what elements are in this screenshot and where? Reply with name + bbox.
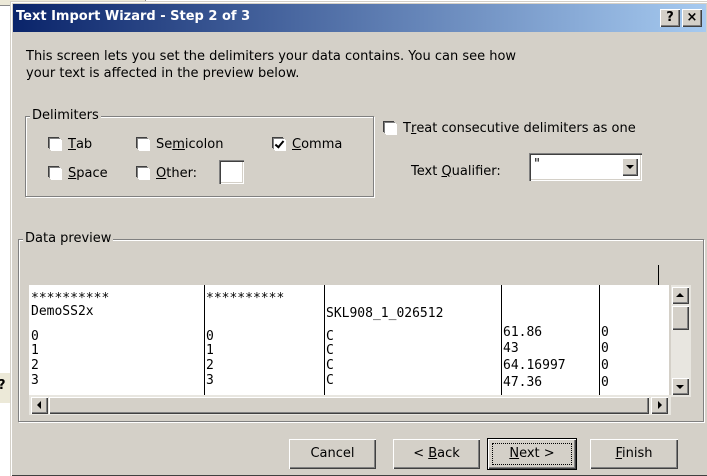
preview-cell: 0 <box>601 375 609 390</box>
delimiters-group-label: Delimiters <box>30 108 101 123</box>
arrow-left-icon <box>37 401 41 409</box>
treat-consecutive-checkbox-box[interactable] <box>385 123 396 134</box>
text-import-wizard-dialog: Text Import Wizard - Step 2 of 3 ? × Thi… <box>10 1 707 476</box>
preview-cell: 1 <box>206 343 214 358</box>
arrow-down-icon <box>676 385 684 389</box>
delimiters-group: Delimiters Tab Se m icolon Comma Space Oth… <box>25 108 374 197</box>
tab-checkbox[interactable]: Tab <box>50 137 92 152</box>
scrollbar-corner <box>671 397 691 417</box>
text-qualifier-dropdown-button[interactable] <box>622 158 638 176</box>
other-delimiter-input[interactable] <box>219 160 244 184</box>
comma-checkbox[interactable]: Comma <box>274 137 342 152</box>
description-text: This screen lets you set the delimiters … <box>26 49 517 81</box>
preview-cell: 0 <box>601 358 609 373</box>
scroll-up-button[interactable] <box>672 287 689 304</box>
back-button[interactable]: < Back <box>393 439 480 469</box>
preview-cell: 1 <box>31 343 39 358</box>
scroll-left-button[interactable] <box>31 397 48 414</box>
space-checkbox[interactable]: Space <box>50 166 108 181</box>
text-qualifier-label: Text Qualifier: <box>411 164 501 179</box>
preview-cell: C <box>326 329 334 344</box>
preview-cell: 0 <box>601 341 609 356</box>
preview-cell: 3 <box>31 373 39 388</box>
scroll-down-button[interactable] <box>672 378 689 395</box>
preview-cell: 3 <box>206 373 214 388</box>
preview-cell: 2 <box>206 358 214 373</box>
help-button[interactable]: ? <box>660 9 680 27</box>
title-bar[interactable]: Text Import Wizard - Step 2 of 3 ? × <box>13 4 706 32</box>
preview-vertical-scrollbar[interactable] <box>671 285 691 397</box>
arrow-up-icon <box>676 293 684 297</box>
chevron-down-icon <box>626 165 634 169</box>
preview-cell: 2 <box>31 358 39 373</box>
text-qualifier-value: " <box>534 157 540 172</box>
data-preview-label: Data preview <box>23 231 114 246</box>
preview-column-4[interactable]: 61.86 43 64.16997 47.36 <box>501 285 600 395</box>
preview-cell: DemoSS2x <box>31 304 94 319</box>
preview-cell: 43 <box>503 341 519 356</box>
preview-cell: 61.86 <box>503 325 543 340</box>
preview-cell: ********** <box>206 291 285 306</box>
horizontal-scroll-thumb[interactable] <box>49 397 649 414</box>
preview-cell: 0 <box>601 325 609 340</box>
next-button[interactable]: Next > <box>488 439 576 469</box>
window-title: Text Import Wizard - Step 2 of 3 <box>16 9 251 24</box>
preview-cell: C <box>326 373 334 388</box>
space-checkbox-box[interactable] <box>50 168 61 179</box>
preview-cell: C <box>326 343 334 358</box>
preview-column-2[interactable]: ********** 0 1 2 3 <box>204 285 325 395</box>
preview-column-ruler-mark <box>658 265 659 285</box>
text-qualifier-combobox[interactable]: " <box>529 153 642 181</box>
comma-checkbox-box[interactable] <box>274 139 285 150</box>
preview-column-5[interactable]: 0 0 0 0 <box>599 285 669 395</box>
preview-column-1[interactable]: ********** DemoSS2x 0 1 2 3 <box>29 285 205 395</box>
preview-horizontal-scrollbar[interactable] <box>29 395 671 415</box>
preview-column-3[interactable]: SKL908_1_026512 C C C C <box>324 285 502 395</box>
semicolon-checkbox-box[interactable] <box>138 139 149 150</box>
treat-consecutive-checkbox[interactable]: Tr eat consecutive delimiters as one <box>385 121 636 136</box>
data-preview-grid[interactable]: ********** DemoSS2x 0 1 2 3 ********** 0… <box>29 285 669 395</box>
tab-checkbox-box[interactable] <box>50 139 61 150</box>
cancel-button[interactable]: Cancel <box>289 439 376 469</box>
preview-cell: 0 <box>206 329 214 344</box>
preview-cell: 64.16997 <box>503 358 566 373</box>
background-glyph: ? <box>0 378 6 393</box>
other-checkbox[interactable]: Other: <box>138 166 197 181</box>
semicolon-checkbox[interactable]: Se m icolon <box>138 137 223 152</box>
vertical-scroll-thumb[interactable] <box>672 306 689 330</box>
preview-cell: C <box>326 358 334 373</box>
preview-cell: SKL908_1_026512 <box>326 306 444 321</box>
preview-cell: 47.36 <box>503 375 543 390</box>
preview-cell: 0 <box>31 329 39 344</box>
other-checkbox-box[interactable] <box>138 168 149 179</box>
scroll-right-button[interactable] <box>651 397 668 414</box>
finish-button[interactable]: Finish <box>590 439 678 469</box>
close-button[interactable]: × <box>682 9 702 27</box>
arrow-right-icon <box>658 401 662 409</box>
